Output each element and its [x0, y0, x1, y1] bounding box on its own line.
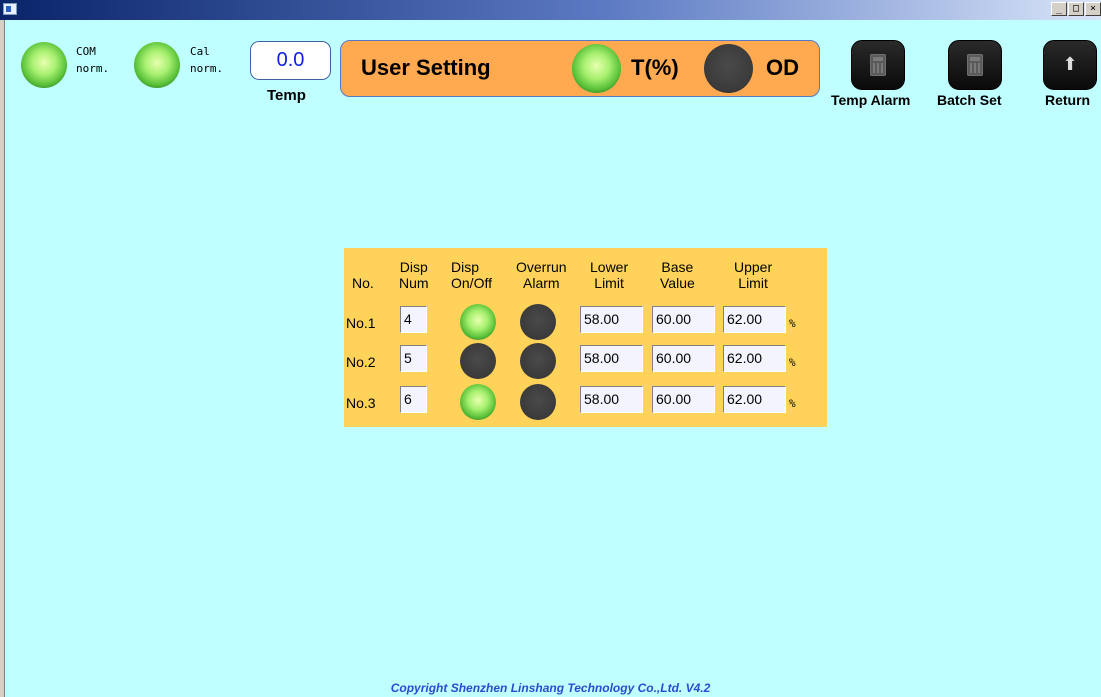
- header-lower-limit: Lower Limit: [590, 259, 629, 291]
- return-label[interactable]: Return: [1045, 92, 1090, 108]
- base-value-field[interactable]: 60.00: [652, 306, 715, 333]
- calculator-icon: [870, 54, 886, 76]
- calculator-icon: [967, 54, 983, 76]
- temp-readout: 0.0: [250, 41, 331, 80]
- header-overrun-alarm: Overrun Alarm: [516, 259, 567, 291]
- temp-alarm-label[interactable]: Temp Alarm: [831, 92, 910, 108]
- overrun-alarm-toggle[interactable]: [520, 304, 556, 340]
- od-mode-lamp[interactable]: [704, 44, 753, 93]
- mode-banner: User Setting T(%) OD: [340, 40, 820, 97]
- lower-limit-field[interactable]: 58.00: [580, 306, 643, 333]
- disp-onoff-toggle[interactable]: [460, 343, 496, 379]
- t-percent-mode-lamp[interactable]: [572, 44, 621, 93]
- header-no: No.: [352, 275, 374, 291]
- header-disp-num: Disp Num: [399, 259, 429, 291]
- disp-num-field[interactable]: 5: [400, 345, 427, 372]
- lower-limit-field[interactable]: 58.00: [580, 345, 643, 372]
- header-upper-limit: Upper Limit: [734, 259, 773, 291]
- base-value-field[interactable]: 60.00: [652, 345, 715, 372]
- lower-limit-field[interactable]: 58.00: [580, 386, 643, 413]
- page-title: User Setting: [361, 55, 491, 80]
- temp-alarm-button[interactable]: [851, 40, 905, 90]
- title-bar: _ □ ×: [0, 0, 1101, 20]
- percent-unit: %: [789, 356, 796, 369]
- od-mode-label[interactable]: OD: [766, 55, 799, 81]
- window-controls: _ □ ×: [1050, 2, 1101, 16]
- overrun-alarm-toggle[interactable]: [520, 343, 556, 379]
- header-base-value: Base Value: [660, 259, 695, 291]
- row-label: No.3: [346, 395, 376, 411]
- upper-limit-field[interactable]: 62.00: [723, 386, 786, 413]
- batch-set-button[interactable]: [948, 40, 1002, 90]
- com-state: norm.: [76, 62, 110, 75]
- disp-onoff-toggle[interactable]: [460, 304, 496, 340]
- base-value-field[interactable]: 60.00: [652, 386, 715, 413]
- alarm-settings-table: No. Disp Num Disp On/Off Overrun Alarm Lowe…: [344, 248, 827, 427]
- disp-onoff-toggle[interactable]: [460, 384, 496, 420]
- return-button[interactable]: ⬆: [1043, 40, 1097, 90]
- app-icon[interactable]: [3, 3, 17, 15]
- disp-num-field[interactable]: 4: [400, 306, 427, 333]
- overrun-alarm-toggle[interactable]: [520, 384, 556, 420]
- com-status-lamp: [21, 42, 67, 88]
- close-icon[interactable]: ×: [1085, 2, 1101, 16]
- cal-label: Cal: [190, 45, 210, 58]
- cal-status-lamp: [134, 42, 180, 88]
- row-label: No.1: [346, 315, 376, 331]
- copyright-footer: Copyright Shenzhen Linshang Technology C…: [390, 681, 711, 695]
- disp-num-field[interactable]: 6: [400, 386, 427, 413]
- com-status-label: COM norm.: [76, 43, 109, 77]
- up-arrow-icon: ⬆: [1062, 54, 1078, 75]
- cal-status-label: Cal norm.: [190, 43, 223, 77]
- row-label: No.2: [346, 354, 376, 370]
- temp-label: Temp: [267, 87, 306, 104]
- com-label: COM: [76, 45, 96, 58]
- batch-set-label[interactable]: Batch Set: [937, 92, 1002, 108]
- minimize-icon[interactable]: _: [1051, 2, 1067, 16]
- maximize-icon[interactable]: □: [1068, 2, 1084, 16]
- header-disp-onoff: Disp On/Off: [451, 259, 492, 291]
- percent-unit: %: [789, 317, 796, 330]
- cal-state: norm.: [190, 62, 224, 75]
- t-percent-mode-label[interactable]: T(%): [631, 55, 679, 81]
- percent-unit: %: [789, 397, 796, 410]
- upper-limit-field[interactable]: 62.00: [723, 306, 786, 333]
- window-border: [0, 20, 5, 697]
- upper-limit-field[interactable]: 62.00: [723, 345, 786, 372]
